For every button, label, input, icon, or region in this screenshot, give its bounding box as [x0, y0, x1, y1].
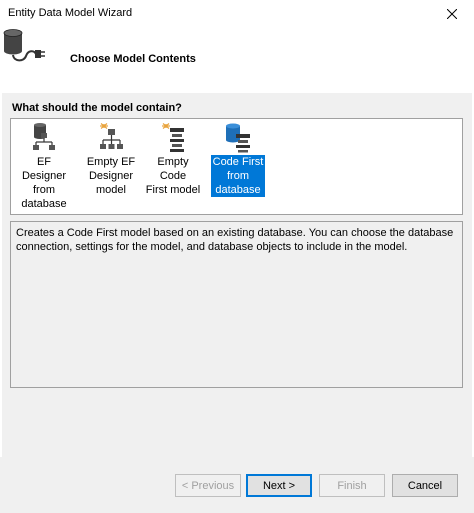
next-button[interactable]: Next >	[246, 474, 312, 497]
wizard-content: What should the model contain? EF Design…	[2, 93, 472, 457]
model-options-list: EF Designer from database Empty EF Desig…	[10, 118, 463, 215]
cancel-button[interactable]: Cancel	[392, 474, 458, 497]
option-empty-ef-designer-model[interactable]: Empty EF Designer model	[81, 123, 141, 197]
code-first-from-database-icon	[226, 123, 250, 153]
page-title: Choose Model Contents	[70, 53, 196, 65]
window-title: Entity Data Model Wizard	[8, 7, 133, 19]
wizard-window: Entity Data Model Wizard Choose Model Co…	[0, 0, 474, 513]
previous-button[interactable]: < Previous	[175, 474, 241, 497]
close-icon	[447, 9, 457, 19]
empty-ef-designer-icon	[100, 123, 123, 149]
wizard-header: Choose Model Contents	[0, 28, 474, 90]
option-empty-code-first-model[interactable]: Empty Code First model	[141, 123, 205, 197]
option-label: Empty Code First model	[145, 156, 201, 196]
option-code-first-from-database[interactable]: Code First from database	[208, 123, 268, 197]
option-label: Code First from database	[210, 155, 266, 197]
option-label: Empty EF Designer model	[86, 156, 136, 196]
option-ef-designer-from-database[interactable]: EF Designer from database	[14, 123, 74, 211]
ef-designer-from-database-icon	[33, 123, 55, 150]
title-bar: Entity Data Model Wizard	[0, 0, 474, 28]
option-label: EF Designer from database	[21, 156, 67, 210]
question-label: What should the model contain?	[12, 102, 182, 114]
empty-code-first-icon	[162, 123, 184, 152]
close-button[interactable]	[430, 0, 474, 28]
finish-button[interactable]: Finish	[319, 474, 385, 497]
option-description: Creates a Code First model based on an e…	[10, 221, 463, 388]
database-plug-icon	[3, 29, 45, 62]
wizard-footer: < Previous Next > Finish Cancel	[0, 457, 474, 513]
